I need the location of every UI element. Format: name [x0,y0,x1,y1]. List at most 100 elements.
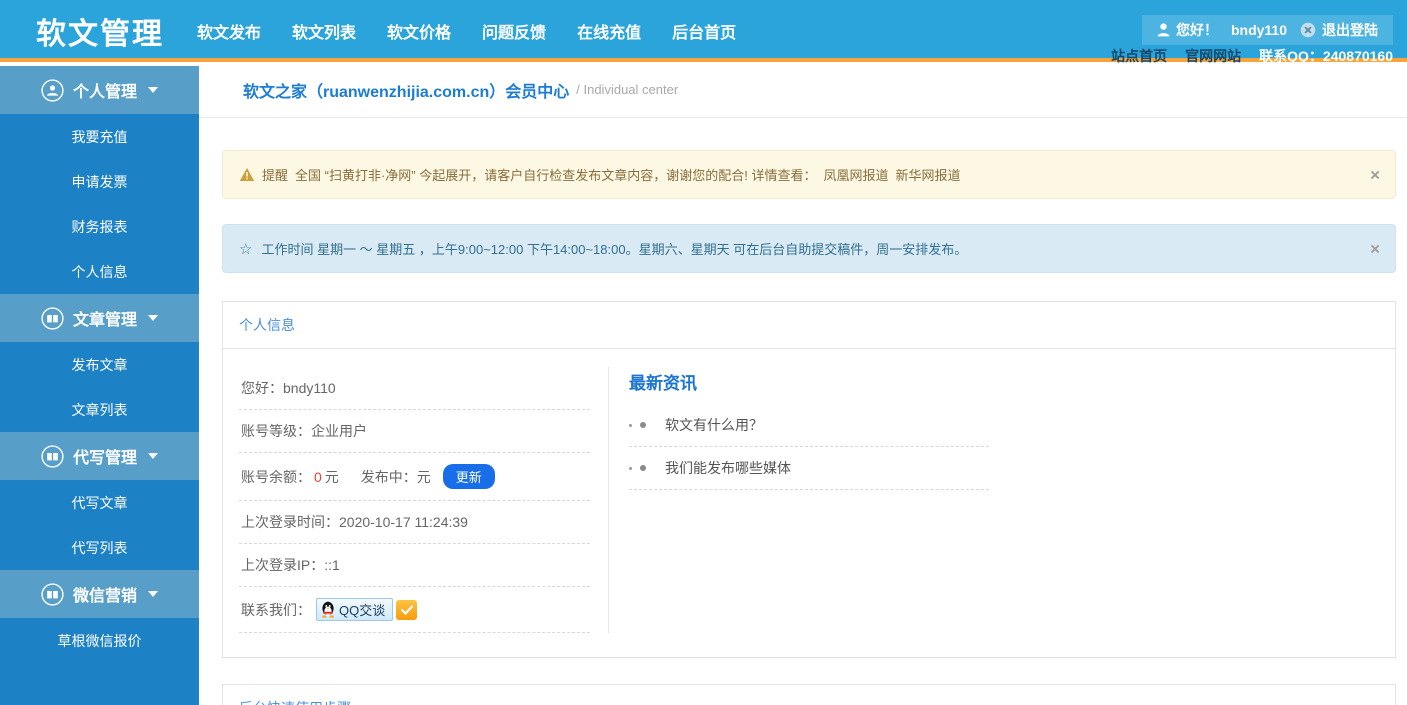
sidebar: 个人管理 我要充值 申请发票 财务报表 个人信息 文章管理 发布文章 文章列表 … [0,66,199,705]
level-label: 账号等级： [241,423,311,439]
logout-icon [1300,22,1316,38]
greeting-row: 您好： bndy110 [239,367,590,410]
last-login-ip-row: 上次登录IP： ::1 [239,544,590,587]
sidebar-group-wechat[interactable]: 微信营销 [0,570,199,618]
update-button[interactable]: 更新 [442,464,495,489]
app-logo[interactable]: 软文管理 [36,9,164,53]
warning-alert: 提醒 全国 “扫黄打非·净网” 今起展开，请客户自行检查发布文章内容，谢谢您的配… [222,150,1396,199]
nav-item-feedback[interactable]: 问题反馈 [482,19,546,43]
official-site-link[interactable]: 官网网站 [1185,46,1241,66]
top-nav: 软文发布 软文列表 软文价格 问题反馈 在线充值 后台首页 [197,0,736,62]
verified-badge-icon[interactable] [396,599,418,620]
sidebar-group-label: 微信营销 [72,588,137,605]
profile-panel: 个人信息 您好： bndy110 账号等级： 企业用户 账号余额： 0 元 发布… [222,301,1396,658]
breadcrumb-subtitle: / Individual center [576,82,679,97]
warning-text: 全国 “扫黄打非·净网” 今起展开，请客户自行检查发布文章内容，谢谢您的配合! … [295,168,817,183]
publishing-unit: 元 [416,468,431,485]
nav-item-admin-home[interactable]: 后台首页 [672,19,736,43]
news-list: 软文有什么用？ 我们能发布哪些媒体 [629,404,989,490]
sidebar-group-ghostwriting[interactable]: 代写管理 [0,432,199,480]
sidebar-group-label: 代写管理 [72,450,137,467]
info-alert: ☆ 工作时间 星期一 ～ 星期五 ，上午9:00~12:00 下午14:00~1… [222,224,1396,273]
warning-link-xinhua[interactable]: 新华网报道 [895,165,960,184]
profile-details: 您好： bndy110 账号等级： 企业用户 账号余额： 0 元 发布中： 元 … [239,367,609,633]
publishing-label: 发布中： [360,468,417,485]
check-icon [400,604,413,615]
info-text: 工作时间 星期一 ～ 星期五 ，上午9:00~12:00 下午14:00~18:… [261,242,968,257]
sidebar-item-personal-info[interactable]: 个人信息 [0,249,199,294]
news-item-label: 我们能发布哪些媒体 [665,460,791,476]
nav-item-recharge[interactable]: 在线充值 [577,19,641,43]
sidebar-group-label: 个人管理 [72,84,137,101]
book-circle-icon [41,444,64,468]
news-item[interactable]: 软文有什么用？ [629,404,989,447]
chevron-down-icon [148,591,158,597]
logout-button[interactable]: 退出登陆 [1300,20,1378,40]
sidebar-group-articles[interactable]: 文章管理 [0,294,199,342]
bullet-dot-icon [640,422,646,428]
contact-row: 联系我们： QQ交谈 [239,587,590,633]
sidebar-item-ghostwrite-article[interactable]: 代写文章 [0,480,199,525]
logout-label: 退出登陆 [1322,22,1378,38]
bullet-dot-icon [640,465,646,471]
qq-chat-label: QQ交谈 [339,603,386,618]
last-login-time-row: 上次登录时间： 2020-10-17 11:24:39 [239,501,590,544]
close-icon[interactable]: × [1370,166,1380,183]
warning-label: 提醒 [262,168,289,183]
sidebar-group-label: 文章管理 [72,312,137,329]
qq-chat-button[interactable]: QQ交谈 [316,598,394,621]
sidebar-item-invoice[interactable]: 申请发票 [0,159,199,204]
ip-label: 上次登录IP： [241,557,325,573]
bullet-dot-icon [629,423,632,427]
breadcrumb-title[interactable]: 软文之家（ruanwenzhijia.com.cn）会员中心 [243,78,569,102]
account-level-row: 账号等级： 企业用户 [239,410,590,453]
steps-panel: 后台快速使用步骤 Step1：注册账号 注册账号，填写账号、密码、联系方式，点击… [222,684,1396,705]
news-item[interactable]: 我们能发布哪些媒体 [629,447,989,490]
user-icon [1157,23,1170,37]
news-item-label: 软文有什么用？ [665,417,763,433]
sidebar-item-publish-article[interactable]: 发布文章 [0,342,199,387]
qq-penguin-icon [322,601,334,618]
user-box: 您好！ bndy110 退出登陆 [1141,15,1393,45]
bullet-dot-icon [629,466,632,470]
contact-qq-link[interactable]: 联系QQ：240870160 [1259,46,1393,66]
greeting-value: bndy110 [283,380,336,396]
chevron-down-icon [148,87,158,93]
sidebar-item-ghostwrite-list[interactable]: 代写列表 [0,525,199,570]
warning-link-fenghuang[interactable]: 凤凰网报道 [823,165,888,184]
profile-panel-body: 您好： bndy110 账号等级： 企业用户 账号余额： 0 元 发布中： 元 … [223,349,1395,657]
last-login-value: 2020-10-17 11:24:39 [339,514,468,530]
balance-label: 账号余额： [241,468,311,485]
sidebar-item-wechat-price[interactable]: 草根微信报价 [0,618,199,663]
sidebar-item-recharge[interactable]: 我要充值 [0,114,199,159]
chevron-down-icon [148,453,158,459]
sidebar-item-finance-report[interactable]: 财务报表 [0,204,199,249]
nav-item-price[interactable]: 软文价格 [387,19,451,43]
profile-panel-title: 个人信息 [223,302,1395,349]
contact-label: 联系我们： [241,601,311,618]
sidebar-item-article-list[interactable]: 文章列表 [0,387,199,432]
nav-item-list[interactable]: 软文列表 [292,19,356,43]
news-section: 最新资讯 软文有什么用？ 我们能发布哪些媒体 [609,367,1379,633]
person-circle-icon [41,78,64,102]
secondary-links: 站点首页 官网网站 联系QQ：240870160 [1111,46,1393,66]
sidebar-group-personal[interactable]: 个人管理 [0,66,199,114]
site-home-link[interactable]: 站点首页 [1111,46,1167,66]
top-header: 软文管理 软文发布 软文列表 软文价格 问题反馈 在线充值 后台首页 您好！ b… [0,0,1407,64]
greeting-label: 您好： [241,380,283,396]
greeting-label: 您好！ [1175,22,1218,38]
book-circle-icon [41,306,64,330]
star-icon: ☆ [239,240,253,258]
content-area: 提醒 全国 “扫黄打非·净网” 今起展开，请客户自行检查发布文章内容，谢谢您的配… [199,118,1407,705]
news-title: 最新资讯 [629,374,697,393]
balance-row: 账号余额： 0 元 发布中： 元 更新 [239,453,590,501]
balance-unit: 元 [324,468,339,485]
username: bndy110 [1230,22,1287,38]
nav-item-publish[interactable]: 软文发布 [197,19,261,43]
warning-icon [239,168,255,181]
breadcrumb: 软文之家（ruanwenzhijia.com.cn）会员中心 / Individ… [199,62,1407,118]
user-greeting: 您好！ [1157,20,1218,40]
balance-value: 0 [314,468,322,485]
close-icon[interactable]: × [1370,240,1380,257]
chevron-down-icon [148,315,158,321]
